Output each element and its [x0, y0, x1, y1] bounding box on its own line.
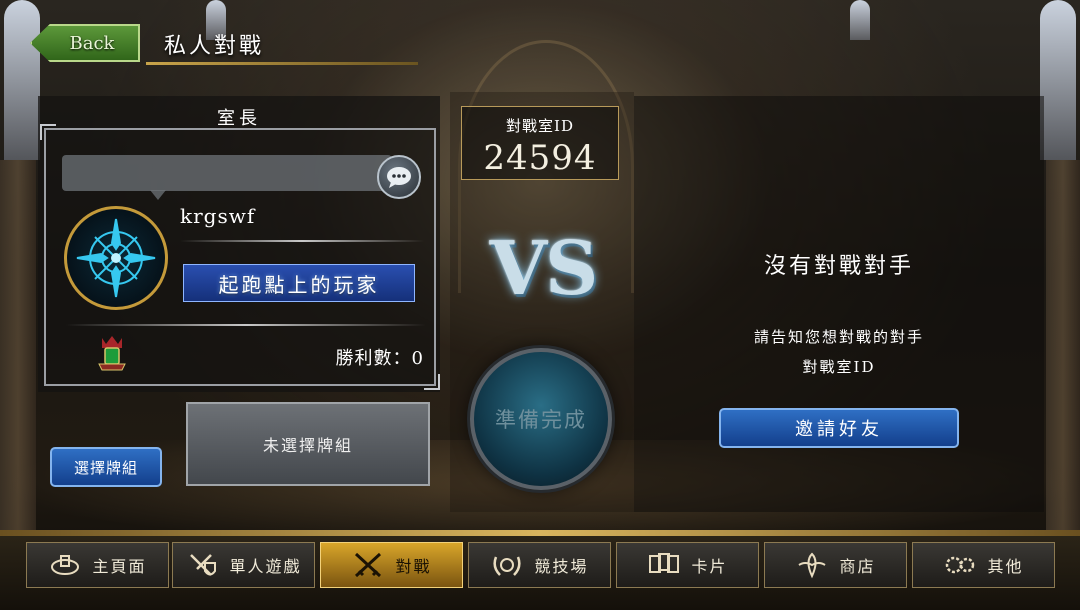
vs-emblem: VS [489, 226, 599, 312]
nav-label: 對戰 [395, 557, 432, 576]
shop-icon [795, 550, 829, 580]
host-panel-title: 室長 [217, 108, 261, 129]
deck-slot[interactable]: 未選擇牌組 [186, 402, 430, 486]
avatar[interactable] [64, 206, 168, 310]
divider [66, 324, 426, 326]
nav-label: 其他 [987, 557, 1024, 576]
wins-count: 勝利數：0 [335, 348, 424, 369]
invite-hint-line2: 對戰室ID [802, 358, 876, 376]
rank-icon [96, 334, 128, 374]
home-icon [48, 550, 82, 580]
bg-window [4, 0, 40, 160]
nav-item-solo[interactable]: 單人遊戲 [172, 542, 315, 588]
select-deck-button[interactable]: 選擇牌組 [50, 447, 162, 487]
chat-bubble [62, 155, 392, 191]
ready-button[interactable]: 準備完成 [470, 348, 612, 490]
room-id-label: 對戰室ID [506, 117, 574, 135]
page-title: 私人對戰 [164, 34, 265, 59]
opponent-panel [634, 96, 1044, 512]
chat-icon [387, 167, 411, 188]
back-label: Back [69, 32, 115, 54]
ready-label: 準備完成 [495, 408, 587, 432]
invite-friend-label: 邀請好友 [795, 419, 883, 440]
nav-item-home[interactable]: 主頁面 [26, 542, 169, 588]
bg-window [850, 0, 870, 40]
nav-label: 競技場 [534, 557, 589, 576]
nav-item-other[interactable]: 其他 [912, 542, 1055, 588]
nav-label: 卡片 [691, 557, 728, 576]
nav-item-cards[interactable]: 卡片 [616, 542, 759, 588]
no-opponent-text: 沒有對戰對手 [763, 254, 914, 279]
chat-bubble-tail [150, 190, 166, 200]
nav-label: 單人遊戲 [229, 557, 302, 576]
gears-icon [943, 550, 977, 580]
nav-item-shop[interactable]: 商店 [764, 542, 907, 588]
select-deck-label: 選擇牌組 [73, 458, 138, 477]
invite-friend-button[interactable]: 邀請好友 [719, 408, 959, 448]
crossed-swords-icon [351, 550, 385, 580]
bg-window [1040, 0, 1076, 160]
room-id-value: 24594 [483, 138, 597, 178]
swords-shield-icon [185, 550, 219, 580]
cards-icon [647, 550, 681, 580]
laurel-icon [490, 550, 524, 580]
title-underline [146, 62, 418, 65]
player-name: krgswf [180, 204, 256, 228]
divider [180, 240, 424, 242]
nav-label: 商店 [839, 557, 876, 576]
player-title-badge: 起跑點上的玩家 [183, 264, 415, 302]
back-button[interactable]: Back [30, 24, 140, 62]
nav-label: 主頁面 [92, 557, 147, 576]
invite-hint-line1: 請告知您想對戰的對手 [753, 328, 924, 346]
deck-slot-label: 未選擇牌組 [262, 436, 353, 455]
nav-item-arena[interactable]: 競技場 [468, 542, 611, 588]
nav-ornament [0, 530, 1080, 536]
magic-circle-icon [76, 218, 156, 298]
room-id-box: 對戰室ID 24594 [461, 106, 619, 180]
nav-item-battle[interactable]: 對戰 [320, 542, 463, 588]
chat-button[interactable] [377, 155, 421, 199]
